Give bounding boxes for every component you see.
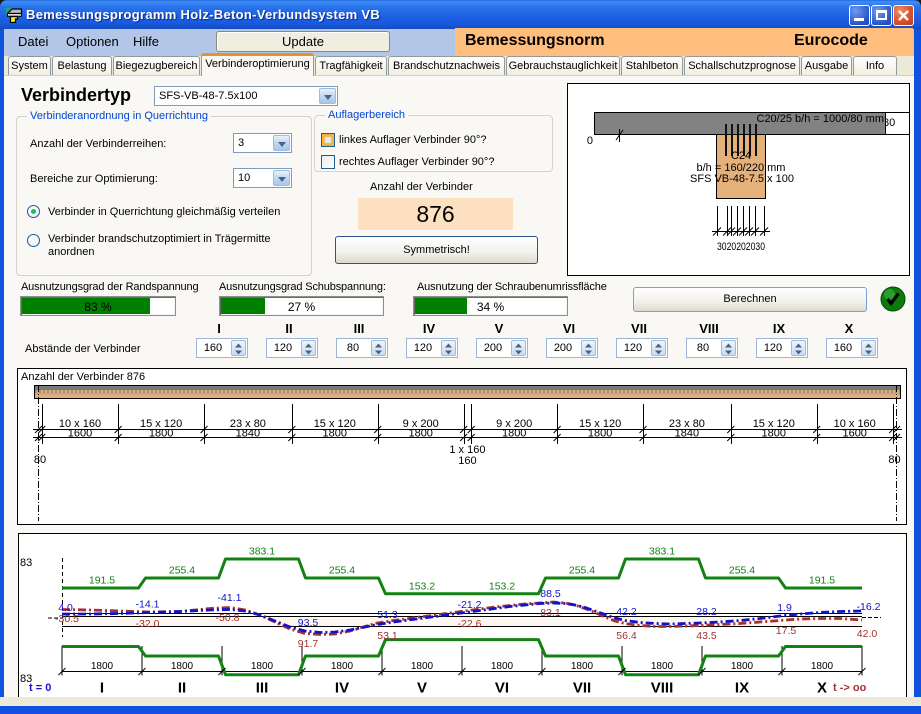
svg-text:255.4: 255.4 — [329, 565, 355, 577]
svg-text:1800: 1800 — [762, 428, 786, 440]
svg-text:255.4: 255.4 — [169, 565, 195, 577]
svg-text:-16.2: -16.2 — [857, 601, 881, 613]
svg-text:191.5: 191.5 — [809, 575, 835, 587]
svg-text:1840: 1840 — [236, 428, 260, 440]
svg-text:80: 80 — [888, 454, 900, 466]
svg-text:-41.1: -41.1 — [218, 592, 242, 604]
svg-text:SFS VB-48-7.5 x 100: SFS VB-48-7.5 x 100 — [690, 173, 794, 185]
svg-text:80: 80 — [34, 454, 46, 466]
svg-text:255.4: 255.4 — [569, 565, 595, 577]
svg-text:1800: 1800 — [149, 428, 173, 440]
svg-text:1840: 1840 — [675, 428, 699, 440]
svg-text:153.2: 153.2 — [489, 580, 515, 592]
svg-text:42.2: 42.2 — [616, 606, 637, 618]
svg-text:51.3: 51.3 — [377, 609, 398, 621]
svg-text:1800: 1800 — [588, 428, 612, 440]
svg-text:-32.0: -32.0 — [136, 618, 160, 630]
svg-text:II: II — [178, 680, 186, 697]
svg-text:83.1: 83.1 — [540, 607, 561, 619]
svg-text:56.4: 56.4 — [616, 630, 637, 642]
svg-text:1800: 1800 — [651, 661, 674, 672]
svg-text:1800: 1800 — [171, 661, 194, 672]
svg-text:C24: C24 — [731, 150, 751, 162]
svg-text:1800: 1800 — [811, 661, 834, 672]
svg-text:0: 0 — [587, 135, 593, 147]
svg-text:1800: 1800 — [323, 428, 347, 440]
svg-text:IX: IX — [735, 680, 749, 697]
svg-text:III: III — [256, 680, 269, 697]
svg-text:IV: IV — [335, 680, 349, 697]
svg-text:1800: 1800 — [502, 428, 526, 440]
svg-text:88.5: 88.5 — [540, 588, 561, 600]
svg-text:383.1: 383.1 — [649, 546, 675, 558]
svg-text:160: 160 — [458, 455, 476, 467]
svg-text:43.5: 43.5 — [696, 630, 717, 642]
svg-text:383.1: 383.1 — [249, 546, 275, 558]
svg-text:255.4: 255.4 — [729, 565, 755, 577]
svg-text:1800: 1800 — [731, 661, 754, 672]
svg-text:1800: 1800 — [251, 661, 274, 672]
svg-text:42.0: 42.0 — [857, 628, 878, 640]
svg-text:Anzahl der Verbinder 876: Anzahl der Verbinder 876 — [21, 371, 145, 383]
svg-text:-14.1: -14.1 — [136, 599, 160, 611]
svg-text:X: X — [817, 680, 827, 697]
svg-text:VIII: VIII — [651, 680, 674, 697]
svg-text:28.2: 28.2 — [696, 606, 717, 618]
svg-text:t -> oo: t -> oo — [833, 682, 867, 694]
svg-text:3020202030: 3020202030 — [717, 241, 765, 253]
svg-text:1800: 1800 — [91, 661, 114, 672]
svg-text:-50.8: -50.8 — [216, 612, 240, 624]
svg-text:191.5: 191.5 — [89, 575, 115, 587]
svg-text:-22.6: -22.6 — [458, 618, 482, 630]
svg-text:VI: VI — [495, 680, 509, 697]
svg-text:1800: 1800 — [571, 661, 594, 672]
svg-text:1800: 1800 — [331, 661, 354, 672]
svg-text:t = 0: t = 0 — [29, 682, 51, 694]
svg-text:1800: 1800 — [411, 661, 434, 672]
svg-text:1800: 1800 — [491, 661, 514, 672]
svg-text:1600: 1600 — [68, 428, 92, 440]
svg-text:I: I — [100, 680, 104, 697]
svg-text:1800: 1800 — [408, 428, 432, 440]
svg-text:91.7: 91.7 — [298, 638, 319, 650]
svg-text:-30.5: -30.5 — [55, 613, 79, 625]
svg-text:93.5: 93.5 — [298, 617, 319, 629]
svg-text:1600: 1600 — [842, 428, 866, 440]
svg-text:17.5: 17.5 — [776, 625, 797, 637]
svg-text:53.1: 53.1 — [377, 630, 398, 642]
svg-text:VII: VII — [573, 680, 591, 697]
svg-text:V: V — [417, 680, 427, 697]
svg-text:C20/25 b/h = 1000/80 mm: C20/25 b/h = 1000/80 mm — [757, 113, 885, 125]
svg-text:1.9: 1.9 — [777, 602, 792, 614]
svg-text:153.2: 153.2 — [409, 580, 435, 592]
svg-text:83: 83 — [20, 557, 32, 569]
svg-text:-21.2: -21.2 — [458, 599, 482, 611]
